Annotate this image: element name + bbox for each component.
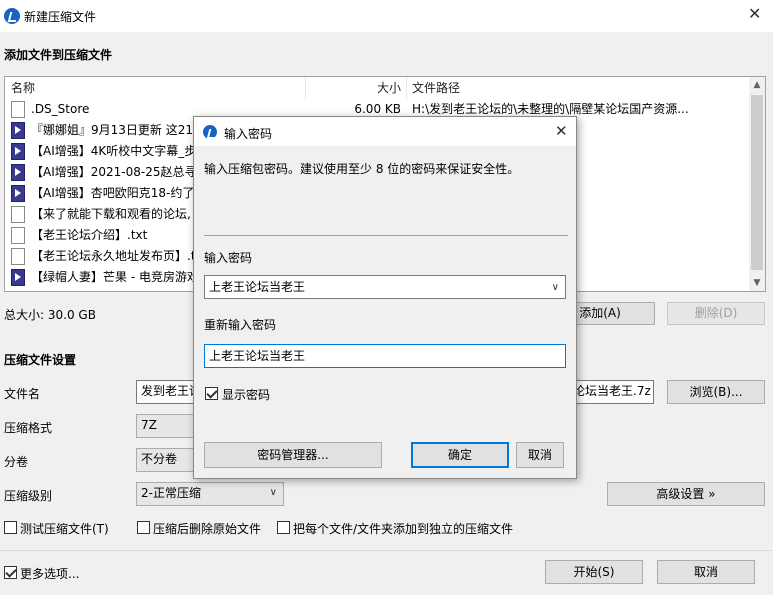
dialog-app-icon [203,125,217,139]
video-file-icon [11,143,25,160]
bottom-divider [0,550,773,551]
separate-archives-checkbox[interactable] [277,521,290,534]
filename-field-tail[interactable]: 论坛当老王.7z [571,380,654,404]
video-file-icon [11,185,25,202]
format-select[interactable]: 7Z [136,414,196,438]
more-options-label: 更多选项... [20,567,80,581]
split-select[interactable]: 不分卷 [136,448,196,472]
dialog-close-icon[interactable]: ✕ [555,122,568,140]
chevron-down-icon[interactable]: ∨ [552,277,559,299]
scroll-up-icon[interactable]: ▲ [749,77,765,93]
dialog-description: 输入压缩包密码。建议使用至少 8 位的密码来保证安全性。 [204,162,520,176]
password-manager-button[interactable]: 密码管理器... [204,442,382,468]
app-logo-icon [4,8,20,24]
advanced-settings-button[interactable]: 高级设置 » [607,482,765,506]
scroll-down-icon[interactable]: ▼ [749,275,765,291]
file-icon [11,101,25,118]
delete-after-label: 压缩后删除原始文件 [153,522,262,536]
vertical-scrollbar[interactable]: ▲ ▼ [749,77,765,291]
show-password-label: 显示密码 [222,388,271,402]
level-select[interactable]: 2-正常压缩 ∨ [136,482,284,506]
reenter-password-field[interactable]: 上老王论坛当老王 [204,344,566,368]
column-header-name[interactable]: 名称 [11,77,35,99]
reenter-password-label: 重新输入密码 [204,318,277,332]
ok-button[interactable]: 确定 [411,442,509,468]
show-password-checkbox[interactable] [205,387,218,400]
add-files-heading: 添加文件到压缩文件 [4,48,113,62]
scrollbar-thumb[interactable] [751,95,763,270]
separate-archives-label: 把每个文件/文件夹添加到独立的压缩文件 [293,522,514,536]
level-value: 2-正常压缩 [141,486,201,500]
password-value: 上老王论坛当老王 [209,280,306,294]
column-header-size[interactable]: 大小 [305,77,401,99]
format-value: 7Z [141,418,157,432]
close-icon[interactable]: ✕ [748,4,761,23]
level-label: 压缩级别 [4,489,53,503]
cancel-button[interactable]: 取消 [657,560,755,584]
test-archive-label: 测试压缩文件(T) [20,522,109,536]
filename-label: 文件名 [4,387,41,401]
split-label: 分卷 [4,455,29,469]
total-size: 总大小: 30.0 GB [4,308,96,322]
dialog-title: 输入密码 [224,127,273,141]
dialog-title-bar: 输入密码 ✕ [194,117,576,146]
split-value: 不分卷 [141,452,178,466]
password-dialog: 输入密码 ✕ 输入压缩包密码。建议使用至少 8 位的密码来保证安全性。 输入密码… [193,116,577,479]
test-archive-checkbox[interactable] [4,521,17,534]
column-header-path[interactable]: 文件路径 [412,77,460,99]
dialog-divider [204,235,568,236]
chevron-down-icon: ∨ [269,487,277,498]
more-options-checkbox[interactable] [4,566,17,579]
filename-field[interactable]: 发到老王论 [136,380,196,404]
window-title: 新建压缩文件 [24,10,97,24]
file-icon [11,248,25,265]
password-label: 输入密码 [204,251,253,265]
browse-button[interactable]: 浏览(B)... [667,380,765,404]
compression-settings-heading: 压缩文件设置 [4,353,77,367]
file-icon [11,206,25,223]
delete-after-checkbox[interactable] [137,521,150,534]
delete-button[interactable]: 删除(D) [667,302,765,325]
file-icon [11,227,25,244]
format-label: 压缩格式 [4,421,53,435]
password-field[interactable]: 上老王论坛当老王 ∨ [204,275,566,299]
video-file-icon [11,164,25,181]
title-bar: 新建压缩文件 ✕ [0,0,773,32]
start-button[interactable]: 开始(S) [545,560,643,584]
dialog-cancel-button[interactable]: 取消 [516,442,564,468]
video-file-icon [11,269,25,286]
video-file-icon [11,122,25,139]
